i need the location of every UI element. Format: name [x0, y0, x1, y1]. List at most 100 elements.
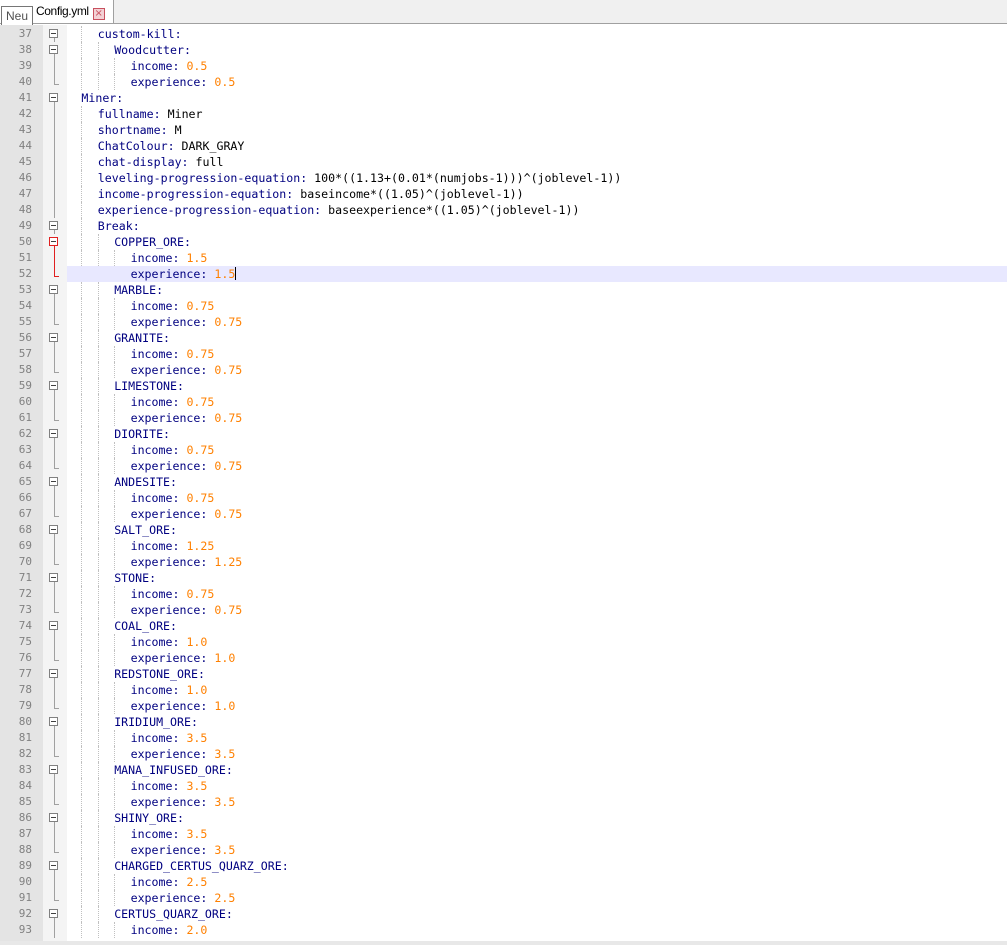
fold-collapse-icon[interactable]	[43, 378, 67, 394]
code-text[interactable]: experience: 0.75	[67, 410, 1007, 426]
code-line[interactable]: 63 income: 0.75	[0, 442, 1007, 458]
code-text[interactable]: STONE:	[67, 570, 1007, 586]
code-line[interactable]: 59 LIMESTONE:	[0, 378, 1007, 394]
code-line[interactable]: 79 experience: 1.0	[0, 698, 1007, 714]
code-line[interactable]: 54 income: 0.75	[0, 298, 1007, 314]
fold-collapse-icon[interactable]	[43, 282, 67, 298]
code-text[interactable]: experience: 3.5	[67, 842, 1007, 858]
code-text[interactable]: income: 0.75	[67, 586, 1007, 602]
code-text[interactable]: fullname: Miner	[67, 106, 1007, 122]
code-text[interactable]: MANA_INFUSED_ORE:	[67, 762, 1007, 778]
code-text[interactable]: Woodcutter:	[67, 42, 1007, 58]
code-line[interactable]: 40 experience: 0.5	[0, 74, 1007, 90]
code-text[interactable]: experience: 0.5	[67, 74, 1007, 90]
code-line[interactable]: 65 ANDESITE:	[0, 474, 1007, 490]
code-text[interactable]: income: 0.75	[67, 298, 1007, 314]
code-line[interactable]: 60 income: 0.75	[0, 394, 1007, 410]
code-line[interactable]: 45 chat-display: full	[0, 154, 1007, 170]
code-line[interactable]: 49 Break:	[0, 218, 1007, 234]
code-line[interactable]: 41 Miner:	[0, 90, 1007, 106]
code-line[interactable]: 77 REDSTONE_ORE:	[0, 666, 1007, 682]
fold-collapse-icon[interactable]	[43, 810, 67, 826]
code-line[interactable]: 42 fullname: Miner	[0, 106, 1007, 122]
code-line[interactable]: 47 income-progression-equation: baseincom…	[0, 186, 1007, 202]
code-line[interactable]: 87 income: 3.5	[0, 826, 1007, 842]
code-line[interactable]: 39 income: 0.5	[0, 58, 1007, 74]
code-text[interactable]: chat-display: full	[67, 154, 1007, 170]
code-text[interactable]: experience: 0.75	[67, 314, 1007, 330]
fold-collapse-icon[interactable]	[43, 234, 67, 250]
code-line[interactable]: 50 COPPER_ORE:	[0, 234, 1007, 250]
code-line[interactable]: 90 income: 2.5	[0, 874, 1007, 890]
code-line[interactable]: 75 income: 1.0	[0, 634, 1007, 650]
fold-collapse-icon[interactable]	[43, 666, 67, 682]
code-text[interactable]: SALT_ORE:	[67, 522, 1007, 538]
code-line[interactable]: 76 experience: 1.0	[0, 650, 1007, 666]
code-text[interactable]: SHINY_ORE:	[67, 810, 1007, 826]
code-text[interactable]: experience: 2.5	[67, 890, 1007, 906]
code-text[interactable]: income: 1.5	[67, 250, 1007, 266]
fold-collapse-icon[interactable]	[43, 42, 67, 58]
fold-collapse-icon[interactable]	[43, 330, 67, 346]
code-line[interactable]: 74 COAL_ORE:	[0, 618, 1007, 634]
code-line[interactable]: 83 MANA_INFUSED_ORE:	[0, 762, 1007, 778]
code-text[interactable]: Miner:	[67, 90, 1007, 106]
code-line[interactable]: 85 experience: 3.5	[0, 794, 1007, 810]
code-line[interactable]: 38 Woodcutter:	[0, 42, 1007, 58]
code-line[interactable]: 72 income: 0.75	[0, 586, 1007, 602]
code-text[interactable]: LIMESTONE:	[67, 378, 1007, 394]
code-text[interactable]: experience: 0.75	[67, 458, 1007, 474]
code-line[interactable]: 93 income: 2.0	[0, 922, 1007, 938]
fold-collapse-icon[interactable]	[43, 26, 67, 42]
code-line[interactable]: 80 IRIDIUM_ORE:	[0, 714, 1007, 730]
code-text[interactable]: income: 3.5	[67, 778, 1007, 794]
code-text[interactable]: experience: 3.5	[67, 746, 1007, 762]
code-line[interactable]: 55 experience: 0.75	[0, 314, 1007, 330]
fold-collapse-icon[interactable]	[43, 474, 67, 490]
fold-collapse-icon[interactable]	[43, 570, 67, 586]
fold-collapse-icon[interactable]	[43, 714, 67, 730]
code-text[interactable]: income: 0.75	[67, 394, 1007, 410]
code-line[interactable]: 44 ChatColour: DARK_GRAY	[0, 138, 1007, 154]
code-text[interactable]: experience: 1.5	[67, 266, 1007, 282]
code-text[interactable]: income: 3.5	[67, 826, 1007, 842]
code-line[interactable]: 53 MARBLE:	[0, 282, 1007, 298]
code-line[interactable]: 67 experience: 0.75	[0, 506, 1007, 522]
fold-collapse-icon[interactable]	[43, 426, 67, 442]
code-text[interactable]: income: 1.0	[67, 682, 1007, 698]
code-text[interactable]: leveling-progression-equation: 100*((1.1…	[67, 170, 1007, 186]
code-text[interactable]: Break:	[67, 218, 1007, 234]
code-text[interactable]: income: 1.0	[67, 634, 1007, 650]
code-line[interactable]: 58 experience: 0.75	[0, 362, 1007, 378]
code-line[interactable]: 62 DIORITE:	[0, 426, 1007, 442]
code-text[interactable]: income: 3.5	[67, 730, 1007, 746]
code-line[interactable]: 71 STONE:	[0, 570, 1007, 586]
code-text[interactable]: experience: 1.0	[67, 698, 1007, 714]
fold-collapse-icon[interactable]	[43, 762, 67, 778]
code-line[interactable]: 73 experience: 0.75	[0, 602, 1007, 618]
code-line[interactable]: 61 experience: 0.75	[0, 410, 1007, 426]
code-line[interactable]: 48 experience-progression-equation: basee…	[0, 202, 1007, 218]
code-line[interactable]: 70 experience: 1.25	[0, 554, 1007, 570]
code-text[interactable]: ChatColour: DARK_GRAY	[67, 138, 1007, 154]
code-text[interactable]: ANDESITE:	[67, 474, 1007, 490]
code-line[interactable]: 88 experience: 3.5	[0, 842, 1007, 858]
code-line[interactable]: 81 income: 3.5	[0, 730, 1007, 746]
code-line[interactable]: 66 income: 0.75	[0, 490, 1007, 506]
code-line[interactable]: 86 SHINY_ORE:	[0, 810, 1007, 826]
code-text[interactable]: REDSTONE_ORE:	[67, 666, 1007, 682]
editor-pane[interactable]: 37 custom-kill: 38 Woodcutter: 39 income: 0.5…	[0, 25, 1007, 945]
code-line[interactable]: 37 custom-kill:	[0, 26, 1007, 42]
code-line[interactable]: 92 CERTUS_QUARZ_ORE:	[0, 906, 1007, 922]
code-line[interactable]: 52 experience: 1.5	[0, 266, 1007, 282]
code-line[interactable]: 46 leveling-progression-equation: 100*((1…	[0, 170, 1007, 186]
code-line[interactable]: 91 experience: 2.5	[0, 890, 1007, 906]
code-text[interactable]: CERTUS_QUARZ_ORE:	[67, 906, 1007, 922]
code-text[interactable]: COPPER_ORE:	[67, 234, 1007, 250]
code-line[interactable]: 43 shortname: M	[0, 122, 1007, 138]
code-text[interactable]: experience: 3.5	[67, 794, 1007, 810]
fold-collapse-icon[interactable]	[43, 858, 67, 874]
code-text[interactable]: experience: 0.75	[67, 506, 1007, 522]
code-text[interactable]: income: 2.5	[67, 874, 1007, 890]
code-text[interactable]: CHARGED_CERTUS_QUARZ_ORE:	[67, 858, 1007, 874]
